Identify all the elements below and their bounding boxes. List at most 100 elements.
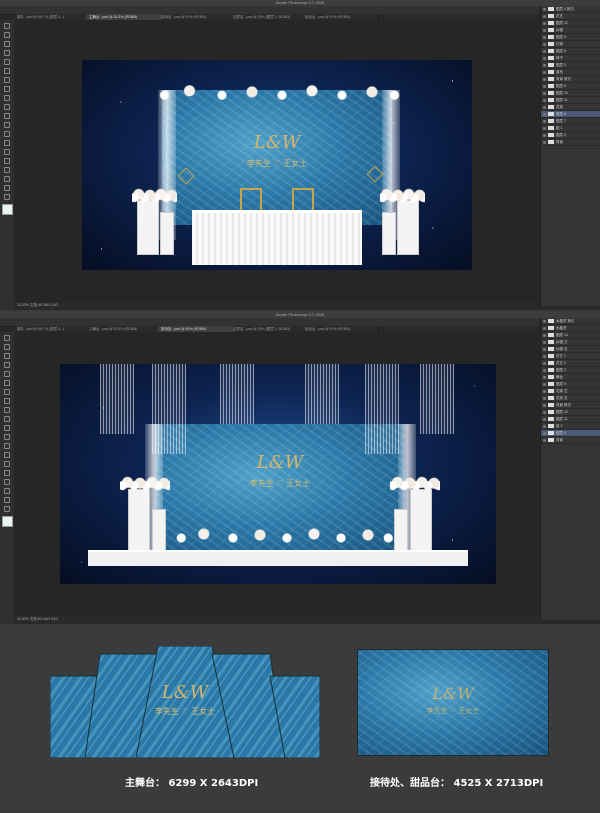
eraser-tool-icon[interactable] xyxy=(4,113,10,119)
visibility-eye-icon[interactable] xyxy=(543,140,546,144)
dodge-tool-icon[interactable] xyxy=(4,140,10,146)
brush-tool-icon[interactable] xyxy=(4,86,10,92)
layer-row[interactable]: 图层 14 xyxy=(541,332,600,339)
visibility-eye-icon[interactable] xyxy=(543,403,546,407)
layer-row[interactable]: 图层 3 xyxy=(541,367,600,374)
shape-tool-icon[interactable] xyxy=(4,488,10,494)
visibility-eye-icon[interactable] xyxy=(543,7,546,11)
type-tool-icon[interactable] xyxy=(4,470,10,476)
visibility-eye-icon[interactable] xyxy=(543,361,546,365)
layer-row-selected[interactable]: 图层 5 xyxy=(541,430,600,437)
hand-tool-icon[interactable] xyxy=(4,185,10,191)
layer-row[interactable]: 图层 11 xyxy=(541,97,600,104)
healing-tool-icon[interactable] xyxy=(4,389,10,395)
visibility-eye-icon[interactable] xyxy=(543,417,546,421)
marquee-tool-icon[interactable] xyxy=(4,32,10,38)
visibility-eye-icon[interactable] xyxy=(543,333,546,337)
layer-row[interactable]: 花艺 xyxy=(541,13,600,20)
layer-row[interactable]: 花架 xyxy=(541,104,600,111)
layer-row[interactable]: 图层 7 xyxy=(541,118,600,125)
gradient-tool-icon[interactable] xyxy=(4,434,10,440)
type-tool-icon[interactable] xyxy=(4,158,10,164)
layer-row[interactable]: 图层 12 xyxy=(541,20,600,27)
visibility-eye-icon[interactable] xyxy=(543,119,546,123)
quick-select-tool-icon[interactable] xyxy=(4,362,10,368)
visibility-eye-icon[interactable] xyxy=(543,14,546,18)
layer-row[interactable]: 花艺 1 xyxy=(541,353,600,360)
layer-row[interactable]: 椅子 xyxy=(541,55,600,62)
layer-row[interactable]: 灯架 xyxy=(541,41,600,48)
gradient-tool-icon[interactable] xyxy=(4,122,10,128)
layer-row[interactable]: 水晶帘 xyxy=(541,325,600,332)
shape-tool-icon[interactable] xyxy=(4,176,10,182)
crop-tool-icon[interactable] xyxy=(4,59,10,65)
layer-row[interactable]: 舞台 xyxy=(541,374,600,381)
visibility-eye-icon[interactable] xyxy=(543,133,546,137)
layer-row[interactable]: 图层 10 xyxy=(541,90,600,97)
visibility-eye-icon[interactable] xyxy=(543,396,546,400)
visibility-eye-icon[interactable] xyxy=(543,438,546,442)
dodge-tool-icon[interactable] xyxy=(4,452,10,458)
brush-tool-icon[interactable] xyxy=(4,398,10,404)
layer-row[interactable]: 水晶帘 拷贝 xyxy=(541,318,600,325)
layer-row[interactable]: 纱幔 左 xyxy=(541,339,600,346)
layer-row[interactable]: 图层 9 xyxy=(541,381,600,388)
quick-select-tool-icon[interactable] xyxy=(4,50,10,56)
blur-tool-icon[interactable] xyxy=(4,443,10,449)
layer-row[interactable]: 图层 3 xyxy=(541,62,600,69)
visibility-eye-icon[interactable] xyxy=(543,63,546,67)
visibility-eye-icon[interactable] xyxy=(543,21,546,25)
visibility-eye-icon[interactable] xyxy=(543,35,546,39)
main-stage-scene[interactable]: L&W 李先生 ♡ 王女士 xyxy=(82,60,472,270)
visibility-eye-icon[interactable] xyxy=(543,354,546,358)
visibility-eye-icon[interactable] xyxy=(543,28,546,32)
visibility-eye-icon[interactable] xyxy=(543,84,546,88)
layer-row[interactable]: 图层 11 xyxy=(541,416,600,423)
move-tool-icon[interactable] xyxy=(4,335,10,341)
path-select-icon[interactable] xyxy=(4,479,10,485)
history-brush-icon[interactable] xyxy=(4,104,10,110)
layer-row[interactable]: 纱幔 右 xyxy=(541,346,600,353)
layer-row[interactable]: 花架 右 xyxy=(541,395,600,402)
layer-row-selected[interactable]: 图层 6 xyxy=(541,111,600,118)
history-brush-icon[interactable] xyxy=(4,416,10,422)
color-swatches-icon[interactable] xyxy=(2,204,13,215)
layer-row[interactable]: 组 2 xyxy=(541,423,600,430)
crop-tool-icon[interactable] xyxy=(4,371,10,377)
layer-row[interactable]: 背景 拷贝 xyxy=(541,402,600,409)
path-select-icon[interactable] xyxy=(4,167,10,173)
layer-row[interactable]: 图层 10 xyxy=(541,409,600,416)
layer-row[interactable]: 图层 2 xyxy=(541,132,600,139)
layer-row[interactable]: 图层 5 xyxy=(541,34,600,41)
layer-row[interactable]: 纱幔 xyxy=(541,27,600,34)
pen-tool-icon[interactable] xyxy=(4,461,10,467)
layer-row[interactable]: 背景 xyxy=(541,139,600,146)
eyedropper-tool-icon[interactable] xyxy=(4,68,10,74)
visibility-eye-icon[interactable] xyxy=(543,431,546,435)
visibility-eye-icon[interactable] xyxy=(543,340,546,344)
visibility-eye-icon[interactable] xyxy=(543,368,546,372)
layer-row[interactable]: 背景 xyxy=(541,437,600,444)
visibility-eye-icon[interactable] xyxy=(543,98,546,102)
canvas-area[interactable]: L&W 李先生 ♡ 王女士 xyxy=(14,20,538,304)
layer-row[interactable]: 花艺 2 xyxy=(541,360,600,367)
visibility-eye-icon[interactable] xyxy=(543,410,546,414)
visibility-eye-icon[interactable] xyxy=(543,112,546,116)
visibility-eye-icon[interactable] xyxy=(543,347,546,351)
pen-tool-icon[interactable] xyxy=(4,149,10,155)
visibility-eye-icon[interactable] xyxy=(543,389,546,393)
eraser-tool-icon[interactable] xyxy=(4,425,10,431)
zoom-tool-icon[interactable] xyxy=(4,506,10,512)
visibility-eye-icon[interactable] xyxy=(543,105,546,109)
stamp-tool-icon[interactable] xyxy=(4,407,10,413)
layer-row[interactable]: 图层 8 xyxy=(541,48,600,55)
visibility-eye-icon[interactable] xyxy=(543,91,546,95)
color-swatches-icon[interactable] xyxy=(2,516,13,527)
stage-scene[interactable]: L&W 李先生 ♡ 王女士 xyxy=(60,364,496,584)
lasso-tool-icon[interactable] xyxy=(4,41,10,47)
visibility-eye-icon[interactable] xyxy=(543,375,546,379)
layer-row[interactable]: 组 1 xyxy=(541,125,600,132)
healing-tool-icon[interactable] xyxy=(4,77,10,83)
visibility-eye-icon[interactable] xyxy=(543,424,546,428)
visibility-eye-icon[interactable] xyxy=(543,42,546,46)
